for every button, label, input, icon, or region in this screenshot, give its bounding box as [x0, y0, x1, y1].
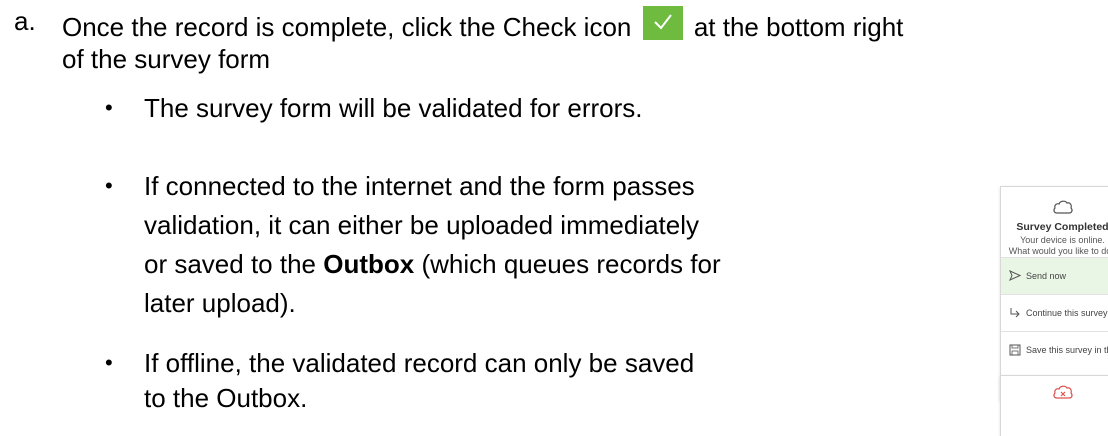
bullet-2-line-3: or saved to the Outbox (which queues rec… [144, 249, 721, 279]
step-a-line-1: Once the record is complete, click the C… [62, 6, 903, 42]
step-a-line-2: of the survey form [62, 44, 271, 74]
dialog-message-line: What would you like to do? [1008, 246, 1108, 256]
save-to-outbox-option[interactable]: Save this survey in the Outbox [1001, 331, 1108, 368]
option-label: Continue this survey [1026, 308, 1108, 318]
cloud-icon [1053, 200, 1073, 214]
bullet-2-line-2: validation, it can either be uploaded im… [144, 210, 700, 240]
bullet-3-line-1: If offline, the validated record can onl… [144, 348, 695, 378]
dialog-message: Your device is online. What would you li… [1001, 235, 1108, 257]
bullet-2-text: (which queues records for [414, 249, 721, 279]
bullet-marker: • [105, 95, 113, 120]
dialog-header: Survey Completed Your device is online. … [1001, 187, 1108, 257]
step-a-text-before-icon: Once the record is complete, click the C… [62, 12, 632, 42]
survey-completed-dialog-offline [1000, 375, 1108, 436]
bullet-marker: • [105, 350, 113, 375]
bullet-2-line-4: later upload). [144, 288, 296, 318]
bullet-3-line-2: to the Outbox. [144, 383, 308, 413]
continue-arrow-icon [1010, 308, 1020, 318]
outbox-bold-text: Outbox [323, 249, 415, 279]
bullet-1-line-1: The survey form will be validated for er… [144, 93, 643, 123]
continue-survey-option[interactable]: Continue this survey [1001, 294, 1108, 331]
option-label: Save this survey in the Outbox [1026, 345, 1108, 355]
save-icon [1009, 344, 1021, 356]
bullet-2-text: or saved to the [144, 249, 324, 279]
bullet-2-line-1: If connected to the internet and the for… [144, 171, 695, 201]
dialog-message-line: Your device is online. [1020, 235, 1105, 245]
cloud-offline-icon [1053, 385, 1073, 399]
step-a-text-after-icon: at the bottom right [693, 12, 904, 42]
dialog-title: Survey Completed [1016, 221, 1108, 233]
bullet-marker: • [105, 173, 113, 198]
step-marker: a. [14, 6, 36, 36]
option-label: Send now [1026, 271, 1067, 281]
send-now-option[interactable]: Send now [1001, 257, 1108, 294]
survey-completed-dialog-online: Survey Completed Your device is online. … [1000, 186, 1108, 401]
check-icon [642, 6, 683, 40]
send-icon [1009, 270, 1021, 281]
